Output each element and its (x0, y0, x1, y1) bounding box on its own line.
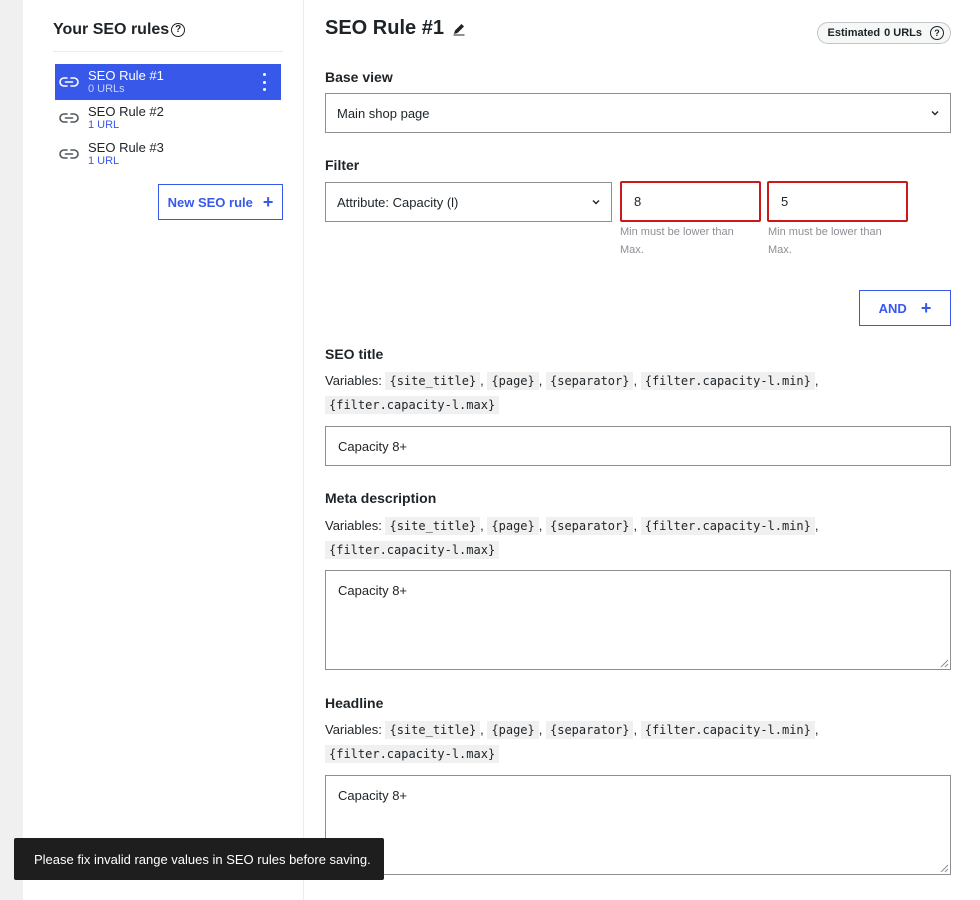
seo-title-variables: Variables: {site_title}, {page}, {separa… (325, 372, 819, 414)
estimated-urls-badge: Estimated 0 URLs ? (816, 22, 951, 44)
add-and-condition-button[interactable]: AND + (859, 290, 951, 326)
plus-icon: + (262, 192, 274, 212)
new-seo-rule-button[interactable]: New SEO rule + (158, 184, 283, 220)
variable-chip[interactable]: {page} (487, 517, 539, 535)
variable-chip[interactable]: {page} (487, 721, 539, 739)
rule-url-count: 1 URL (88, 119, 120, 131)
error-toast: Please fix invalid range values in SEO r… (14, 838, 384, 880)
rule-title: SEO Rule #1 (325, 17, 466, 40)
rule-url-count: 1 URL (88, 155, 120, 167)
base-view-select[interactable]: Main shop page (325, 93, 951, 133)
variable-chip[interactable]: {filter.capacity-l.max} (325, 541, 500, 559)
pencil-icon[interactable] (452, 22, 466, 36)
resize-handle-icon[interactable] (939, 658, 949, 668)
link-icon (59, 113, 79, 123)
filter-attribute-select[interactable]: Attribute: Capacity (l) (325, 182, 612, 222)
variable-chip[interactable]: {page} (487, 372, 539, 390)
rule-item-1[interactable]: SEO Rule #1 0 URLs (55, 64, 281, 100)
max-error-message: Min must be lower than Max. (768, 226, 882, 256)
variable-chip[interactable]: {site_title} (385, 372, 481, 390)
headline-variables: Variables: {site_title}, {page}, {separa… (325, 721, 819, 763)
divider (53, 51, 283, 52)
rule-title-text: SEO Rule #1 (325, 17, 444, 39)
chevron-down-icon (931, 111, 939, 116)
variable-chip[interactable]: {separator} (546, 517, 634, 535)
help-icon[interactable]: ? (930, 26, 944, 40)
variable-chip[interactable]: {filter.capacity-l.min} (640, 517, 815, 535)
variable-chip[interactable]: {separator} (546, 372, 634, 390)
sidebar-title-text: Your SEO rules (53, 21, 170, 38)
more-options-icon[interactable] (259, 73, 269, 91)
link-icon (59, 77, 79, 87)
meta-description-variables: Variables: {site_title}, {page}, {separa… (325, 517, 819, 559)
rule-item-2[interactable]: SEO Rule #2 1 URL (55, 100, 281, 136)
link-icon (59, 149, 79, 159)
headline-label: Headline (325, 695, 384, 711)
sidebar: Your SEO rules ? SEO Rule #1 0 URLs SEO … (23, 0, 304, 900)
resize-handle-icon[interactable] (939, 863, 949, 873)
rule-name: SEO Rule #2 (88, 104, 164, 119)
rule-item-3[interactable]: SEO Rule #3 1 URL (55, 136, 281, 172)
base-view-value: Main shop page (337, 105, 430, 121)
page: Your SEO rules ? SEO Rule #1 0 URLs SEO … (23, 0, 980, 900)
filter-label: Filter (325, 157, 360, 173)
meta-description-textarea[interactable]: Capacity 8+ (325, 570, 951, 670)
seo-title-value: Capacity 8+ (338, 438, 408, 454)
filter-min-value: 8 (634, 194, 642, 209)
filter-max-input[interactable]: 5 (767, 181, 908, 222)
variable-chip[interactable]: {filter.capacity-l.max} (325, 396, 500, 414)
filter-max-value: 5 (781, 194, 789, 209)
filter-min-input[interactable]: 8 (620, 181, 761, 222)
sidebar-title: Your SEO rules ? (53, 21, 186, 39)
headline-value: Capacity 8+ (338, 788, 408, 803)
meta-description-label: Meta description (325, 490, 437, 506)
and-label: AND (878, 300, 907, 316)
variable-chip[interactable]: {site_title} (385, 517, 481, 535)
rule-name: SEO Rule #3 (88, 140, 164, 155)
chevron-down-icon (592, 200, 600, 205)
toast-message: Please fix invalid range values in SEO r… (34, 851, 371, 867)
seo-title-label: SEO title (325, 346, 384, 362)
meta-description-value: Capacity 8+ (338, 583, 408, 598)
base-view-label: Base view (325, 69, 393, 85)
min-error-message: Min must be lower than Max. (620, 226, 734, 256)
seo-title-input[interactable]: Capacity 8+ (325, 426, 951, 466)
headline-textarea[interactable]: Capacity 8+ (325, 775, 951, 875)
rule-list: SEO Rule #1 0 URLs SEO Rule #2 1 URL SEO… (55, 64, 281, 172)
new-seo-rule-label: New SEO rule (167, 194, 253, 210)
plus-icon: + (920, 298, 932, 318)
rule-url-count: 0 URLs (88, 83, 125, 95)
variable-chip[interactable]: {filter.capacity-l.min} (640, 372, 815, 390)
estimate-prefix: Estimated (827, 27, 881, 39)
variable-chip[interactable]: {filter.capacity-l.max} (325, 745, 500, 763)
variable-chip[interactable]: {separator} (546, 721, 634, 739)
estimate-count: 0 URLs (884, 27, 922, 39)
help-icon[interactable]: ? (171, 23, 186, 37)
rule-name: SEO Rule #1 (88, 68, 164, 83)
filter-attribute-value: Attribute: Capacity (l) (337, 194, 459, 210)
variable-chip[interactable]: {site_title} (385, 721, 481, 739)
variable-chip[interactable]: {filter.capacity-l.min} (640, 721, 815, 739)
